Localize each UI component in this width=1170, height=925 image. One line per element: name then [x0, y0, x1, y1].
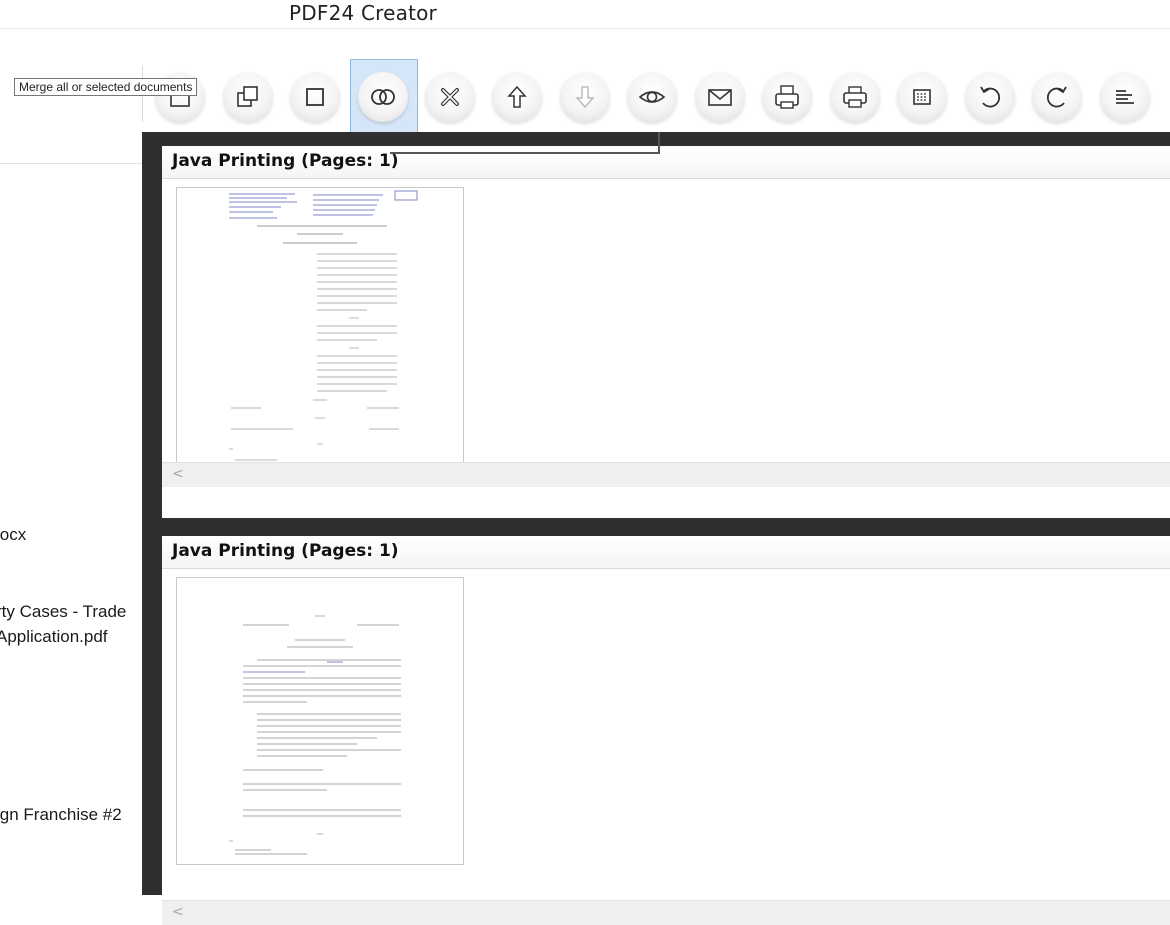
file-list-item[interactable]: rty Cases - Trade [0, 602, 126, 622]
align-icon [1116, 90, 1134, 104]
email-icon [708, 89, 732, 106]
horizontal-scrollbar[interactable]: < [162, 900, 1170, 925]
scroll-left-icon[interactable]: < [172, 904, 184, 920]
merge-button[interactable] [358, 72, 408, 122]
file-list-header [0, 132, 142, 164]
document-title: Java Printing (Pages: 1) [172, 151, 399, 171]
rotate-left-icon [980, 86, 1001, 108]
page-thumbnail[interactable] [176, 187, 464, 475]
move-down-icon [575, 86, 595, 109]
print-button[interactable] [830, 72, 880, 122]
preview-icon [638, 91, 666, 103]
merge-tooltip: Merge all or selected documents [14, 78, 198, 96]
select-button[interactable] [290, 72, 340, 122]
title-bar: PDF24 Creator [0, 0, 1170, 29]
document-header: Java Printing (Pages: 1) [162, 536, 1170, 569]
copy-button[interactable] [223, 72, 273, 122]
toolbar: Merge all or selected documents [0, 56, 1170, 133]
rotate-right-button[interactable] [1032, 72, 1082, 122]
move-up-button[interactable] [492, 72, 542, 122]
move-down-button[interactable] [560, 72, 610, 122]
document-header: Java Printing (Pages: 1) [162, 146, 1170, 179]
align-button[interactable] [1100, 72, 1150, 122]
page-thumbnail[interactable] [176, 577, 464, 865]
page-preview-image [229, 190, 418, 465]
fax-icon [775, 85, 799, 109]
document-panel[interactable]: Java Printing (Pages: 1) < [162, 536, 1170, 925]
document-body: < [162, 179, 1170, 487]
email-button[interactable] [695, 72, 745, 122]
drag-indicator [390, 132, 660, 154]
document-body: < [162, 569, 1170, 925]
window-title: PDF24 Creator [289, 1, 437, 25]
select-icon [306, 88, 324, 106]
rotate-left-button[interactable] [965, 72, 1015, 122]
preview-button[interactable] [627, 72, 677, 122]
calculator-icon [913, 89, 931, 105]
document-area: Java Printing (Pages: 1) < Java Printing… [142, 132, 1170, 925]
document-panel[interactable]: Java Printing (Pages: 1) < [162, 146, 1170, 518]
scroll-left-icon[interactable]: < [172, 466, 184, 482]
move-up-icon [507, 85, 527, 108]
merge-icon [371, 89, 395, 105]
copy-icon [237, 86, 258, 107]
file-list-pane: locx rty Cases - Trade Application.pdf i… [0, 132, 142, 895]
rotate-right-icon [1046, 86, 1067, 108]
horizontal-scrollbar[interactable]: < [162, 462, 1170, 487]
fax-button[interactable] [762, 72, 812, 122]
delete-button[interactable] [425, 72, 475, 122]
document-title: Java Printing (Pages: 1) [172, 541, 399, 561]
file-list-item[interactable]: locx [0, 525, 26, 545]
page-preview-image [229, 615, 401, 855]
calculator-button[interactable] [897, 72, 947, 122]
file-list-item[interactable]: Application.pdf [0, 627, 108, 647]
file-list-item[interactable]: ign Franchise #2 [0, 805, 122, 825]
print-icon [843, 86, 867, 108]
delete-icon [441, 88, 459, 106]
